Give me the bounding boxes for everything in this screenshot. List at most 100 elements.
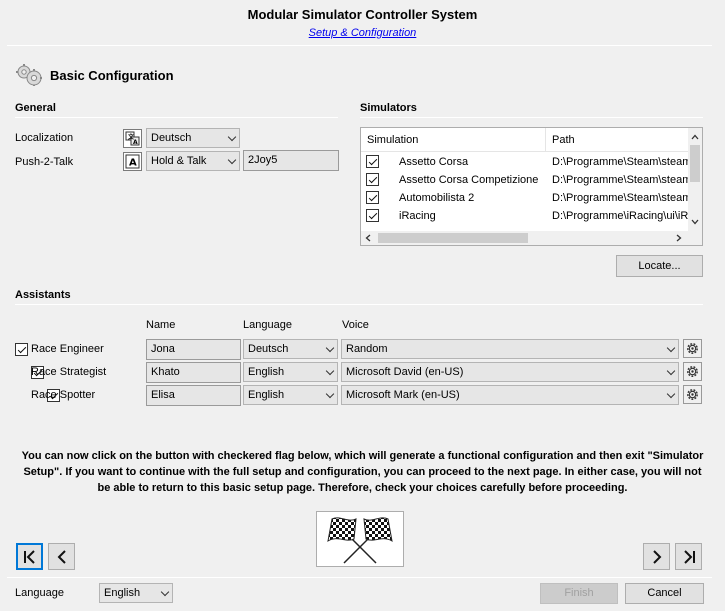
gear-icon (687, 343, 698, 354)
race-engineer-name-field[interactable]: Jona (146, 339, 241, 360)
push2talk-button-field[interactable]: 2Joy5 (243, 150, 339, 171)
race-spotter-label: Race Spotter (31, 389, 96, 401)
svg-text:A: A (133, 139, 138, 146)
simulator-path: D:\Programme\iRacing\ui\iRacingUI.exe (552, 210, 688, 222)
race-spotter-voice-select[interactable]: Microsoft Mark (en-US) (341, 385, 679, 405)
chevron-down-icon (666, 343, 676, 353)
gears-icon (15, 63, 45, 87)
page-title: Basic Configuration (50, 68, 174, 83)
first-page-button[interactable] (16, 543, 43, 570)
simulator-name: iRacing (399, 210, 436, 222)
simulator-name: Assetto Corsa Competizione (399, 174, 539, 186)
scroll-right-icon[interactable] (676, 234, 682, 242)
vertical-scrollbar[interactable] (688, 128, 702, 231)
general-divider (15, 117, 338, 118)
column-path[interactable]: Path (546, 128, 690, 152)
push2talk-mode-select[interactable]: Hold & Talk (146, 151, 240, 171)
assistants-column-language: Language (243, 319, 292, 331)
race-strategist-name-field[interactable]: Khato (146, 362, 241, 383)
assistants-divider (15, 304, 703, 305)
chevron-down-icon (227, 155, 237, 165)
language-value: English (104, 587, 141, 599)
header-divider (7, 45, 712, 46)
scroll-up-icon[interactable] (691, 134, 699, 140)
language-label: Language (15, 587, 64, 599)
column-simulation[interactable]: Simulation (361, 128, 546, 152)
simulator-row[interactable]: iRacing D:\Programme\iRacing\ui\iRacingU… (361, 207, 688, 225)
simulator-path: D:\Programme\Steam\steamapps (552, 192, 688, 204)
simulator-checkbox[interactable] (366, 191, 379, 204)
simulators-list[interactable]: Simulation Path Assetto Corsa D:\Program… (360, 127, 703, 246)
skip-first-icon (23, 549, 35, 564)
simulator-row[interactable]: Automobilista 2 D:\Programme\Steam\steam… (361, 189, 688, 207)
race-engineer-settings-button[interactable] (683, 339, 702, 358)
next-page-button[interactable] (643, 543, 670, 570)
chevron-down-icon (666, 389, 676, 399)
race-spotter-voice-value: Microsoft Mark (en-US) (346, 389, 460, 401)
gear-icon (687, 389, 698, 400)
simulator-checkbox[interactable] (366, 173, 379, 186)
race-engineer-language-value: Deutsch (248, 343, 289, 355)
vertical-scroll-thumb[interactable] (690, 145, 700, 182)
finish-button[interactable]: Finish (540, 583, 618, 604)
scroll-left-icon[interactable] (365, 234, 371, 242)
finish-flag-button[interactable] (316, 511, 404, 567)
general-section-title: General (15, 102, 56, 114)
race-strategist-language-select[interactable]: English (243, 362, 338, 382)
race-strategist-voice-value: Microsoft David (en-US) (346, 366, 464, 378)
simulators-section-title: Simulators (360, 102, 417, 114)
gear-icon (687, 366, 698, 377)
assistants-section-title: Assistants (15, 289, 71, 301)
race-spotter-settings-button[interactable] (683, 385, 702, 404)
horizontal-scrollbar[interactable] (361, 231, 702, 245)
chevron-down-icon (325, 389, 335, 399)
language-select[interactable]: English (99, 583, 173, 603)
locate-button[interactable]: Locate... (616, 255, 703, 277)
race-strategist-voice-select[interactable]: Microsoft David (en-US) (341, 362, 679, 382)
simulator-row[interactable]: Assetto Corsa D:\Programme\Steam\steamap… (361, 153, 688, 171)
race-strategist-settings-button[interactable] (683, 362, 702, 381)
footer-divider (7, 577, 712, 578)
simulator-name: Assetto Corsa (399, 156, 469, 168)
checkered-flag-icon (327, 517, 393, 564)
race-spotter-language-select[interactable]: English (243, 385, 338, 405)
localization-label: Localization (15, 132, 74, 144)
race-spotter-name-field[interactable]: Elisa (146, 385, 241, 406)
chevron-down-icon (160, 587, 170, 597)
race-engineer-voice-value: Random (346, 343, 388, 355)
horizontal-scroll-thumb[interactable] (378, 233, 528, 243)
translate-icon[interactable]: 文A (123, 129, 142, 148)
chevron-right-icon (652, 549, 661, 564)
assistants-column-voice: Voice (342, 319, 369, 331)
race-engineer-language-select[interactable]: Deutsch (243, 339, 338, 359)
simulator-name: Automobilista 2 (399, 192, 475, 204)
simulator-checkbox[interactable] (366, 155, 379, 168)
info-text: You can now click on the button with che… (21, 450, 704, 494)
chevron-down-icon (227, 132, 237, 142)
chevron-down-icon (325, 366, 335, 376)
window-title: Modular Simulator Controller System (247, 7, 478, 22)
previous-page-button[interactable] (48, 543, 75, 570)
race-engineer-checkbox[interactable] (15, 343, 28, 356)
race-engineer-label: Race Engineer (31, 343, 104, 355)
svg-text:A: A (129, 158, 137, 169)
chevron-down-icon (325, 343, 335, 353)
simulator-row[interactable]: Assetto Corsa Competizione D:\Programme\… (361, 171, 688, 189)
simulator-checkbox[interactable] (366, 209, 379, 222)
simulator-path: D:\Programme\Steam\steamapps (552, 156, 688, 168)
push2talk-mode-value: Hold & Talk (151, 155, 207, 167)
race-spotter-language-value: English (248, 389, 285, 401)
localization-select[interactable]: Deutsch (146, 128, 240, 148)
localization-value: Deutsch (151, 132, 192, 144)
setup-configuration-link[interactable]: Setup & Configuration (0, 27, 725, 39)
chevron-left-icon (57, 549, 66, 564)
race-engineer-voice-select[interactable]: Random (341, 339, 679, 359)
skip-last-icon (683, 549, 695, 564)
assistants-column-name: Name (146, 319, 176, 331)
cancel-button[interactable]: Cancel (625, 583, 704, 604)
race-strategist-language-value: English (248, 366, 285, 378)
last-page-button[interactable] (675, 543, 702, 570)
button-a-icon[interactable]: A (123, 152, 142, 171)
scroll-down-icon[interactable] (691, 219, 699, 225)
simulators-divider (360, 117, 703, 118)
